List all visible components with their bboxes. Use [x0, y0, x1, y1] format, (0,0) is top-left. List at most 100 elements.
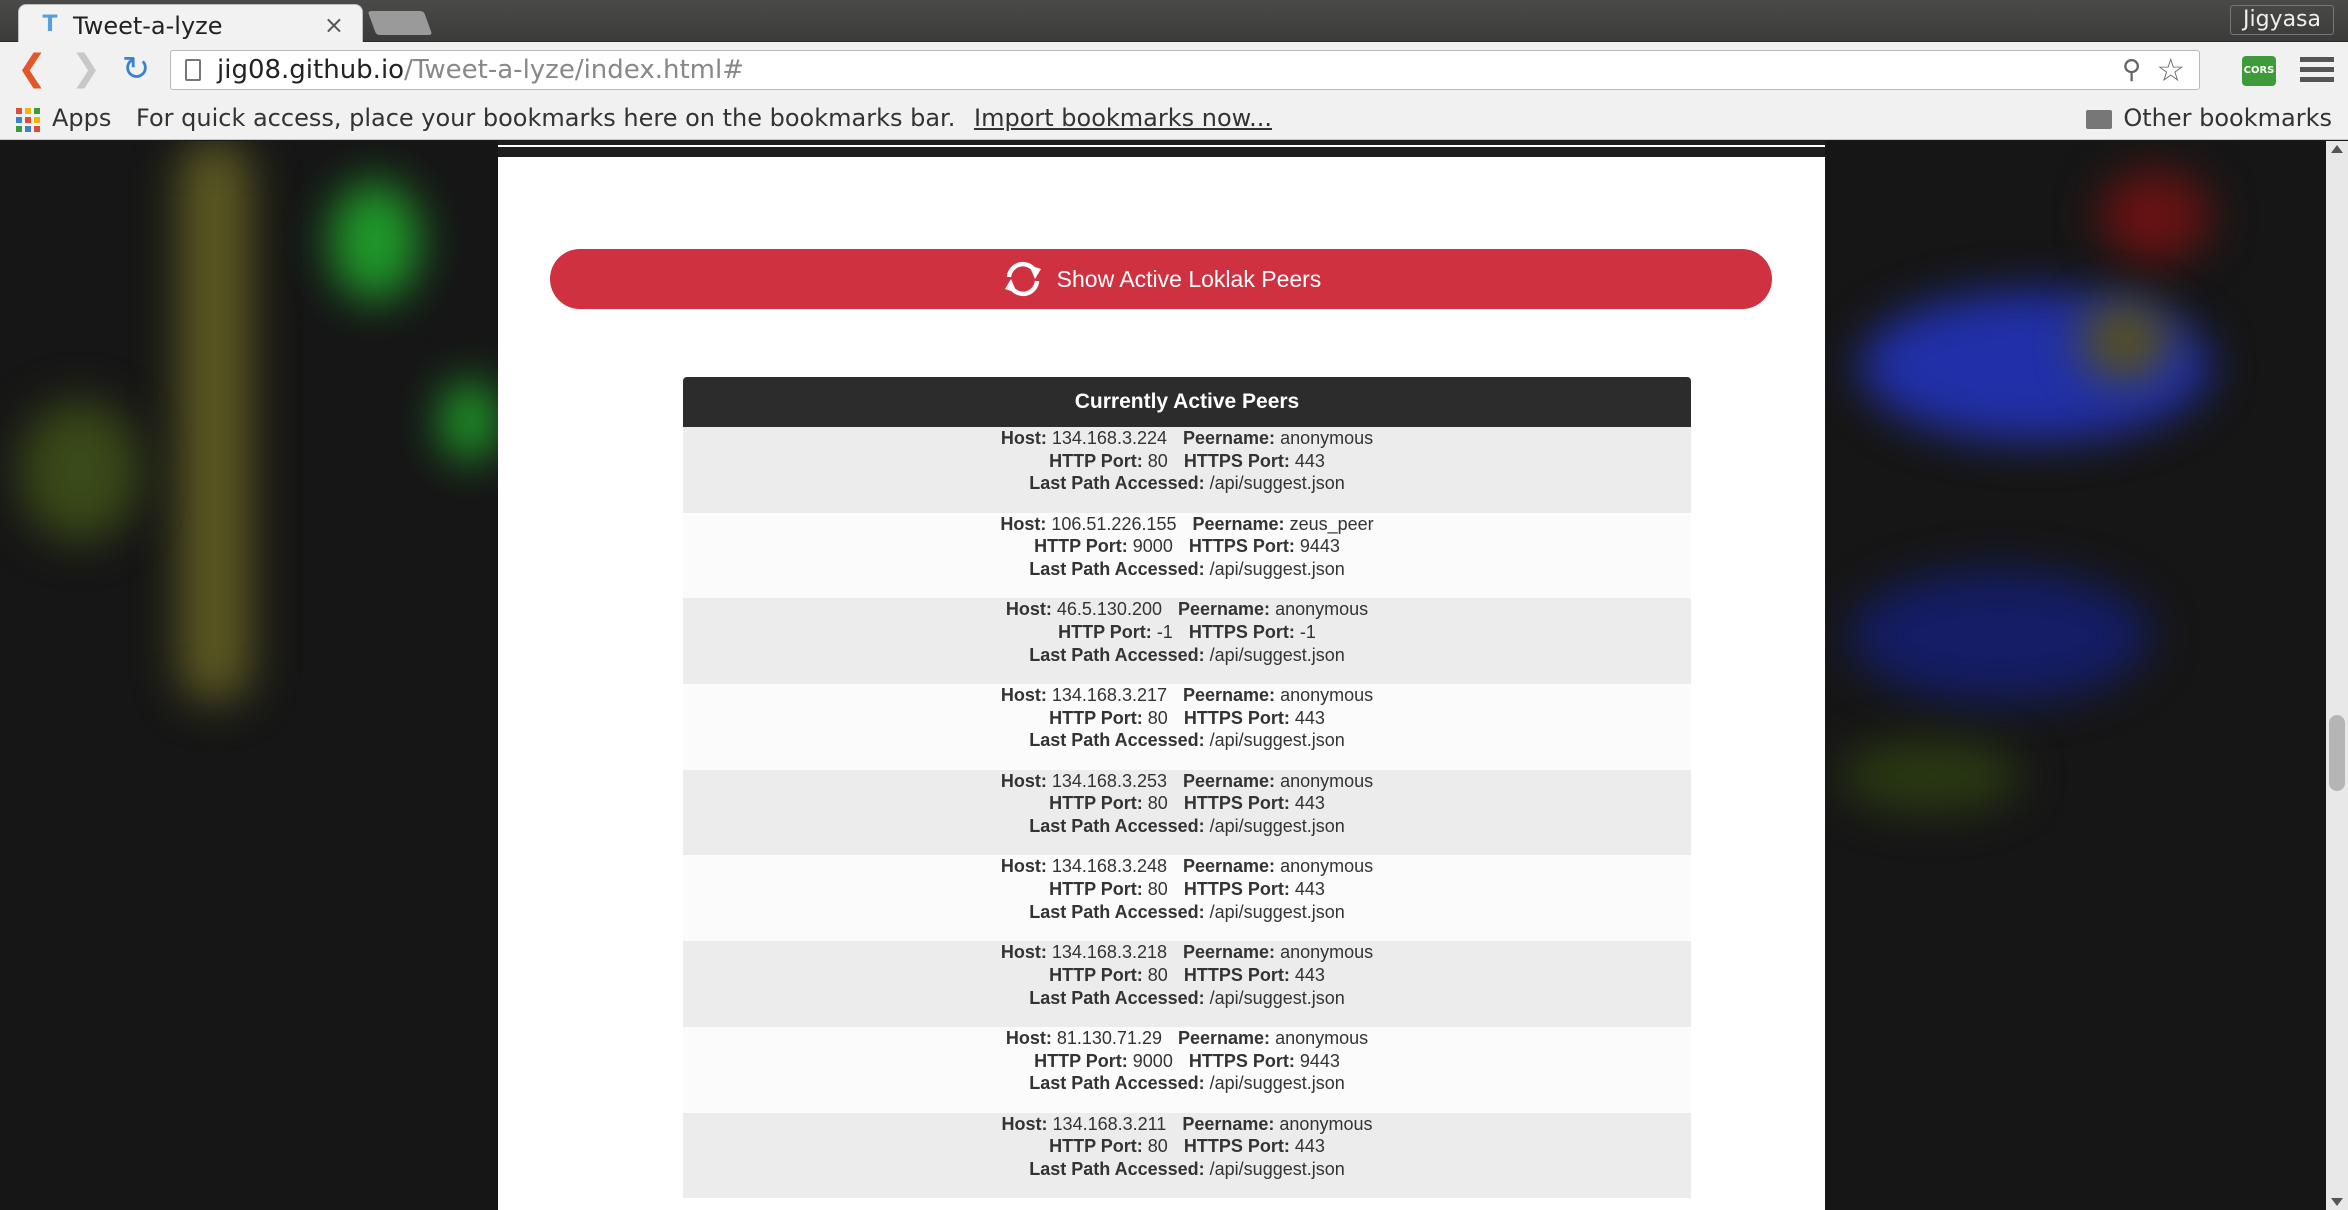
menu-icon[interactable]: [2300, 54, 2334, 86]
scroll-up-arrow-icon[interactable]: [2331, 145, 2343, 153]
peer-line-ports: HTTP Port: 80 HTTPS Port: 443: [683, 792, 1691, 815]
peername-value: anonymous: [1280, 428, 1374, 448]
page-icon: [185, 59, 201, 81]
peer-row: Host: 81.130.71.29 Peername: anonymous HTT…: [683, 1026, 1691, 1113]
show-active-peers-button[interactable]: Show Active Loklak Peers: [550, 249, 1772, 309]
host-value: 46.5.130.200: [1056, 599, 1162, 620]
peer-line-host: Host: 81.130.71.29 Peername: anonymous: [683, 1027, 1691, 1050]
peer-line-ports: HTTP Port: 80 HTTPS Port: 443: [683, 964, 1691, 987]
http-port-label: HTTP Port:: [1034, 1050, 1128, 1071]
url-path: /Tweet-a-lyze/index.html#: [404, 55, 744, 85]
peer-line-path: Last Path Accessed: /api/suggest.json: [683, 644, 1691, 667]
host-value: 134.168.3.253: [1051, 770, 1167, 791]
http-port-label: HTTP Port:: [1049, 450, 1143, 471]
peer-line-ports: HTTP Port: 80 HTTPS Port: 443: [683, 450, 1691, 473]
back-arrow-icon[interactable]: ❮: [12, 50, 52, 90]
peer-row: Host: 134.168.3.248 Peername: anonymous HT…: [683, 855, 1691, 942]
http-port-value: 80: [1147, 707, 1168, 728]
peer-line-ports: HTTP Port: 80 HTTPS Port: 443: [683, 1135, 1691, 1158]
http-port-value: 9000: [1132, 1050, 1173, 1071]
host-label: Host:: [1000, 942, 1047, 963]
forward-arrow-icon[interactable]: ❯: [66, 50, 106, 90]
peer-line-host: Host: 134.168.3.248 Peername: anonymous: [683, 855, 1691, 878]
zoom-icon[interactable]: ⚲: [2122, 55, 2141, 85]
http-port-value: 80: [1147, 793, 1168, 814]
scrollbar-thumb[interactable]: [2329, 715, 2345, 791]
peer-line-host: Host: 106.51.226.155 Peername: zeus_peer: [683, 513, 1691, 536]
host-label: Host:: [1000, 428, 1047, 448]
peer-line-path: Last Path Accessed: /api/suggest.json: [683, 1072, 1691, 1095]
peername-label: Peername:: [1183, 770, 1276, 791]
apps-grid-icon[interactable]: [16, 108, 40, 132]
http-port-label: HTTP Port:: [1049, 964, 1143, 985]
https-port-value: 443: [1294, 964, 1325, 985]
http-port-value: 9000: [1132, 536, 1173, 557]
new-tab-button[interactable]: [367, 11, 433, 35]
peername-label: Peername:: [1177, 599, 1271, 620]
url-domain: jig08.github.io: [217, 55, 405, 85]
last-path-label: Last Path Accessed:: [1029, 730, 1205, 751]
last-path-value: /api/suggest.json: [1209, 816, 1345, 837]
host-label: Host:: [1005, 599, 1052, 620]
last-path-label: Last Path Accessed:: [1029, 473, 1205, 494]
bookmark-star-icon[interactable]: ☆: [2156, 51, 2185, 89]
peers-table-title: Currently Active Peers: [683, 377, 1691, 427]
import-bookmarks-link[interactable]: Import bookmarks now...: [974, 104, 1272, 132]
peer-row: Host: 134.168.3.217 Peername: anonymous HT…: [683, 684, 1691, 770]
content-panel: Show Active Loklak Peers Currently Activ…: [498, 141, 1825, 1210]
peer-line-path: Last Path Accessed: /api/suggest.json: [683, 901, 1691, 924]
https-port-value: 443: [1294, 450, 1325, 471]
https-port-value: -1: [1299, 622, 1316, 643]
https-port-value: 9443: [1299, 536, 1340, 557]
https-port-label: HTTPS Port:: [1183, 1136, 1290, 1157]
http-port-label: HTTP Port:: [1049, 707, 1143, 728]
host-value: 106.51.226.155: [1051, 513, 1177, 534]
peername-label: Peername:: [1182, 1113, 1275, 1134]
peer-line-ports: HTTP Port: 9000 HTTPS Port: 9443: [683, 1050, 1691, 1073]
refresh-icon: [1004, 261, 1041, 297]
bookmarks-bar: Apps For quick access, place your bookma…: [0, 98, 2348, 140]
apps-link[interactable]: Apps: [52, 104, 111, 132]
tab-close-icon[interactable]: ×: [324, 11, 344, 39]
http-port-label: HTTP Port:: [1049, 879, 1143, 900]
panel-divider: [498, 141, 1825, 157]
https-port-label: HTTPS Port:: [1188, 536, 1295, 557]
https-port-value: 443: [1294, 707, 1325, 728]
tab-tweet-a-lyze[interactable]: T Tweet-a-lyze ×: [18, 4, 363, 43]
peer-row: Host: 106.51.226.155 Peername: zeus_peer H…: [683, 512, 1691, 599]
peername-value: anonymous: [1279, 1113, 1373, 1134]
last-path-label: Last Path Accessed:: [1029, 559, 1205, 580]
profile-button[interactable]: Jigyasa: [2229, 5, 2334, 35]
scroll-down-arrow-icon[interactable]: [2331, 1198, 2343, 1206]
http-port-label: HTTP Port:: [1049, 793, 1143, 814]
https-port-value: 443: [1294, 793, 1325, 814]
address-bar[interactable]: jig08.github.io/Tweet-a-lyze/index.html#…: [170, 50, 2200, 90]
peername-value: anonymous: [1280, 685, 1374, 706]
peer-line-path: Last Path Accessed: /api/suggest.json: [683, 558, 1691, 581]
host-label: Host:: [1000, 685, 1047, 706]
reload-icon[interactable]: ↻: [116, 50, 156, 90]
http-port-label: HTTP Port:: [1058, 622, 1152, 643]
peername-label: Peername:: [1183, 428, 1276, 448]
peername-value: anonymous: [1275, 599, 1369, 620]
show-active-peers-label: Show Active Loklak Peers: [1056, 265, 1322, 292]
peer-line-path: Last Path Accessed: /api/suggest.json: [683, 472, 1691, 495]
https-port-label: HTTPS Port:: [1183, 964, 1290, 985]
peername-value: zeus_peer: [1289, 513, 1374, 534]
last-path-label: Last Path Accessed:: [1029, 901, 1205, 922]
peername-label: Peername:: [1177, 1027, 1271, 1048]
cors-extension-icon[interactable]: CORS: [2242, 56, 2276, 86]
other-bookmarks-button[interactable]: Other bookmarks: [2123, 104, 2332, 132]
peername-value: anonymous: [1275, 1027, 1369, 1048]
host-value: 134.168.3.248: [1051, 856, 1167, 877]
http-port-label: HTTP Port:: [1034, 536, 1128, 557]
peername-label: Peername:: [1183, 942, 1276, 963]
peer-line-ports: HTTP Port: 80 HTTPS Port: 443: [683, 878, 1691, 901]
https-port-label: HTTPS Port:: [1183, 707, 1290, 728]
host-label: Host:: [1001, 1113, 1048, 1134]
vertical-scrollbar[interactable]: [2326, 141, 2348, 1210]
url-text[interactable]: jig08.github.io/Tweet-a-lyze/index.html#: [217, 55, 744, 85]
peer-line-path: Last Path Accessed: /api/suggest.json: [683, 815, 1691, 838]
last-path-value: /api/suggest.json: [1209, 559, 1345, 580]
https-port-value: 9443: [1299, 1050, 1340, 1071]
